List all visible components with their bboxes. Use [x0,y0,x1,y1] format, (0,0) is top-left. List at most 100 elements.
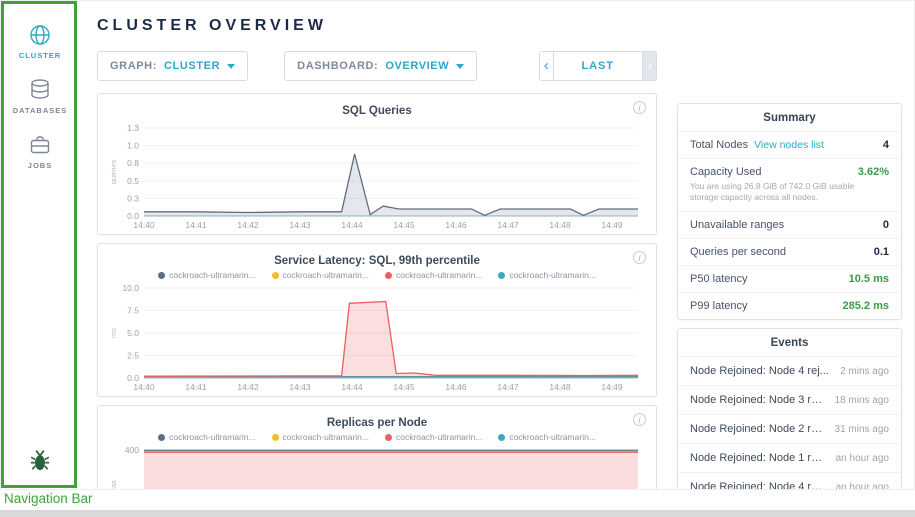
time-range-selector: ‹ LAST 10 MIN › [539,51,657,81]
bottom-strip [0,510,915,517]
svg-text:14:48: 14:48 [549,382,571,392]
chart-title: Service Latency: SQL, 99th percentile [274,255,480,267]
info-icon[interactable]: i [633,413,646,426]
summary-value: 285.2 ms [843,300,889,312]
legend-item[interactable]: cockroach-ultramarin... [385,432,482,442]
svg-text:2.5: 2.5 [127,351,139,361]
event-row: Node Rejoined: Node 2 rej... 31 mins ago [678,414,901,443]
dashboard-dropdown-value: OVERVIEW [385,60,449,72]
legend-label: cockroach-ultramarin... [283,270,369,280]
summary-label: Unavailable ranges [690,219,784,231]
jobs-icon [28,133,52,157]
time-next-button[interactable]: › [643,52,656,80]
event-row: Node Rejoined: Node 4 rej... an hour ago [678,472,901,490]
chart-canvas-service-latency[interactable]: 0.02.55.07.510.014:4014:4114:4214:4314:4… [108,282,646,394]
legend-label: cockroach-ultramarin... [509,270,595,280]
sidebar-item-databases[interactable]: DATABASES [1,70,79,125]
info-icon[interactable]: i [633,101,646,114]
summary-row-p50-latency: P50 latency 10.5 ms [678,265,901,292]
event-time: an hour ago [836,453,889,464]
chart-panel-service-latency: Service Latency: SQL, 99th percentile i … [97,243,657,397]
event-label: Node Rejoined: Node 3 rej... [690,394,827,406]
legend-dot [158,434,165,441]
legend-item[interactable]: cockroach-ultramarin... [272,432,369,442]
summary-value: 10.5 ms [849,273,889,285]
sidebar-item-jobs[interactable]: JOBS [1,125,79,180]
summary-title: Summary [678,104,901,131]
svg-text:0.5: 0.5 [127,176,139,186]
info-icon[interactable]: i [633,251,646,264]
legend-item[interactable]: cockroach-ultramarin... [158,270,255,280]
time-range-label[interactable]: LAST 10 MIN [554,52,644,80]
events-panel: Events Node Rejoined: Node 4 rej... 2 mi… [677,328,902,490]
legend-dot [385,272,392,279]
svg-text:14:43: 14:43 [289,382,311,392]
legend-item[interactable]: cockroach-ultramarin... [158,432,255,442]
legend-label: cockroach-ultramarin... [509,432,595,442]
chart-canvas-sql-queries[interactable]: 0.00.30.50.81.01.314:4014:4114:4214:4314… [108,122,646,232]
main-content: CLUSTER OVERVIEW GRAPH: CLUSTER DASHBOAR… [79,1,671,489]
svg-text:7.5: 7.5 [127,306,139,316]
chevron-down-icon [227,64,235,69]
chart-canvas-replicas-per-node[interactable]: 40014:4014:4114:4214:4314:4414:4514:4614… [108,444,646,489]
legend-label: cockroach-ultramarin... [396,270,482,280]
svg-text:ms: ms [109,328,118,338]
summary-panel: Summary Total Nodes View nodes list 4 Ca… [677,103,902,320]
svg-text:14:47: 14:47 [497,220,519,230]
svg-text:queries: queries [109,159,118,184]
app-window: CLUSTER DATABASES [0,0,915,490]
svg-text:14:42: 14:42 [237,220,259,230]
dashboard-dropdown-label: DASHBOARD: [297,60,378,72]
summary-row-unavailable-ranges: Unavailable ranges 0 [678,211,901,238]
summary-value: 0.1 [874,246,889,258]
summary-row-p99-latency: P99 latency 285.2 ms [678,292,901,319]
cluster-icon [28,23,52,47]
event-time: an hour ago [836,482,889,490]
svg-text:14:48: 14:48 [549,220,571,230]
sidebar-item-cluster[interactable]: CLUSTER [1,15,79,70]
toolbar: GRAPH: CLUSTER DASHBOARD: OVERVIEW ‹ LAS… [97,51,657,81]
sidebar-item-label: DATABASES [1,106,79,115]
view-nodes-link[interactable]: View nodes list [754,139,824,151]
sidebar-item-label: JOBS [1,161,79,170]
graph-dropdown-label: GRAPH: [110,60,157,72]
event-row: Node Rejoined: Node 4 rej... 2 mins ago [678,356,901,385]
summary-label: Capacity Used [690,166,762,178]
legend-item[interactable]: cockroach-ultramarin... [385,270,482,280]
chevron-right-icon: › [647,57,652,74]
svg-text:1.3: 1.3 [127,123,139,133]
chart-legend: cockroach-ultramarin... cockroach-ultrama… [108,270,646,280]
legend-item[interactable]: cockroach-ultramarin... [498,270,595,280]
summary-value: 4 [883,139,889,151]
chart-title: Replicas per Node [327,417,427,429]
svg-text:14:43: 14:43 [289,220,311,230]
legend-dot [158,272,165,279]
legend-item[interactable]: cockroach-ultramarin... [272,270,369,280]
svg-text:14:41: 14:41 [185,382,207,392]
svg-text:replicas: replicas [109,480,118,489]
svg-text:14:41: 14:41 [185,220,207,230]
legend-dot [272,272,279,279]
summary-label: Total Nodes [690,139,748,151]
summary-row-capacity-used: Capacity Used 3.62% You are using 26.8 G… [678,158,901,211]
dashboard-dropdown[interactable]: DASHBOARD: OVERVIEW [284,51,477,81]
chart-panel-replicas-per-node: Replicas per Node i cockroach-ultramarin… [97,405,657,489]
legend-dot [498,272,505,279]
graph-dropdown-value: CLUSTER [164,60,220,72]
legend-label: cockroach-ultramarin... [169,432,255,442]
svg-text:400: 400 [125,445,139,455]
page-title: CLUSTER OVERVIEW [97,17,657,35]
time-prev-button[interactable]: ‹ [540,52,553,80]
graph-dropdown[interactable]: GRAPH: CLUSTER [97,51,248,81]
event-time: 18 mins ago [835,395,889,406]
legend-item[interactable]: cockroach-ultramarin... [498,432,595,442]
chart-legend: cockroach-ultramarin... cockroach-ultrama… [108,432,646,442]
sidebar: CLUSTER DATABASES [1,1,79,489]
legend-label: cockroach-ultramarin... [169,270,255,280]
svg-text:14:47: 14:47 [497,382,519,392]
legend-dot [385,434,392,441]
summary-label: P99 latency [690,300,747,312]
chart-panel-sql-queries: SQL Queries i 0.00.30.50.81.01.314:4014:… [97,93,657,235]
svg-text:14:46: 14:46 [445,382,467,392]
svg-text:14:49: 14:49 [601,382,623,392]
